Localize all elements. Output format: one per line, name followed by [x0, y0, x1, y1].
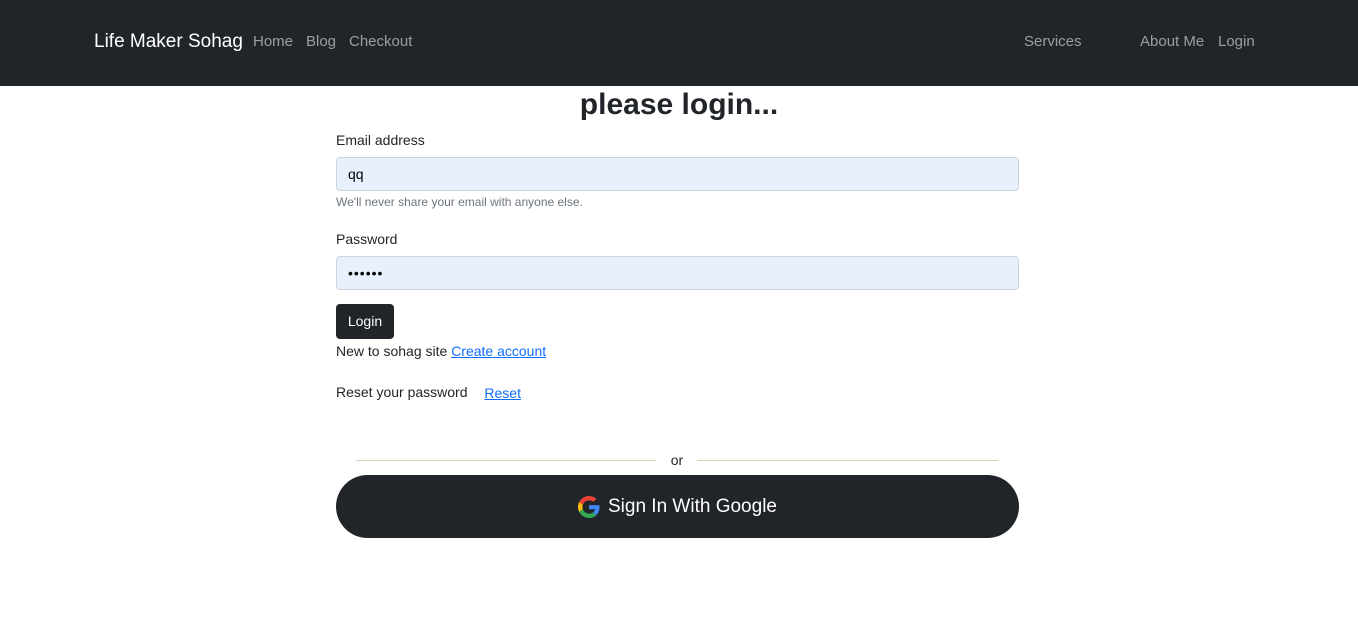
nav-link-checkout[interactable]: Checkout	[349, 32, 412, 52]
signup-row: New to sohag site Create account	[336, 342, 546, 360]
divider-text: or	[670, 452, 684, 468]
divider-line-left	[356, 460, 656, 461]
google-sign-in-button[interactable]: Sign In With Google	[336, 475, 1019, 538]
nav-link-home[interactable]: Home	[253, 32, 293, 52]
google-button-label: Sign In With Google	[608, 495, 777, 517]
password-label: Password	[336, 231, 398, 247]
divider-line-right	[697, 460, 998, 461]
navbar: Life Maker Sohag Home Blog Checkout Serv…	[0, 0, 1358, 86]
google-button-content: Sign In With Google	[336, 475, 1019, 538]
email-help-text: We'll never share your email with anyone…	[336, 195, 583, 209]
nav-link-about-me[interactable]: About Me	[1140, 32, 1204, 52]
nav-link-blog[interactable]: Blog	[306, 32, 336, 52]
reset-text: Reset your password	[336, 384, 468, 400]
nav-link-login[interactable]: Login	[1218, 32, 1255, 52]
nav-link-services[interactable]: Services	[1024, 32, 1082, 52]
login-button[interactable]: Login	[336, 304, 394, 339]
page-title: please login...	[579, 88, 779, 121]
reset-row: Reset your password Reset	[336, 383, 521, 401]
brand-link[interactable]: Life Maker Sohag	[94, 30, 243, 54]
password-field[interactable]: ••••••	[336, 256, 1019, 290]
reset-link[interactable]: Reset	[484, 385, 521, 401]
google-icon	[578, 495, 600, 518]
create-account-link[interactable]: Create account	[451, 343, 546, 359]
email-label: Email address	[336, 132, 425, 148]
email-field[interactable]: qq	[336, 157, 1019, 191]
signup-text: New to sohag site	[336, 343, 448, 359]
